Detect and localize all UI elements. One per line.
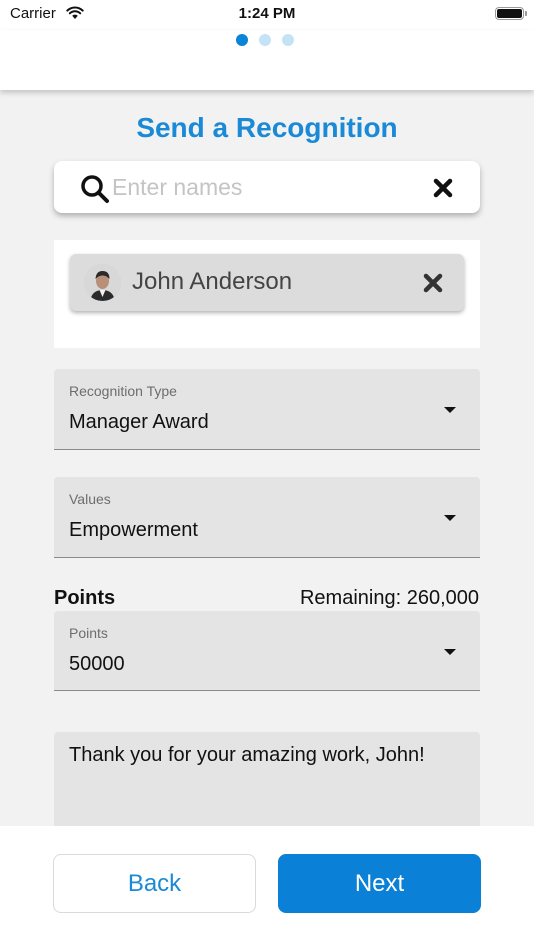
search-bar[interactable]: [54, 161, 480, 213]
header: [0, 30, 534, 90]
step-dot-2: [259, 34, 271, 46]
values-select[interactable]: Values Empowerment: [54, 477, 480, 558]
points-label: Points: [69, 625, 108, 641]
values-value: Empowerment: [69, 519, 198, 541]
remove-recipient-icon[interactable]: [422, 272, 444, 294]
remaining-points: Remaining: 260,000: [299, 587, 479, 609]
step-dot-1: [236, 34, 248, 46]
search-input[interactable]: [112, 171, 412, 203]
recipient-name: John Anderson: [132, 268, 293, 295]
points-value: 50000: [69, 653, 125, 675]
message-text: Thank you for your amazing work, John!: [69, 744, 425, 766]
close-icon[interactable]: [432, 177, 454, 199]
selected-recipients: John Anderson: [54, 240, 480, 348]
back-button[interactable]: Back: [53, 854, 256, 913]
next-button[interactable]: Next: [278, 854, 481, 913]
dropdown-arrow-icon: [444, 515, 456, 521]
avatar: [84, 264, 121, 301]
recognition-type-select[interactable]: Recognition Type Manager Award: [54, 369, 480, 450]
recipient-chip[interactable]: John Anderson: [70, 254, 464, 311]
bottom-action-bar: Back Next: [0, 826, 534, 950]
clock: 1:24 PM: [238, 5, 296, 22]
status-bar: Carrier 1:24 PM: [0, 0, 534, 30]
points-heading: Points: [54, 587, 116, 609]
values-label: Values: [69, 491, 111, 507]
search-icon: [81, 175, 109, 203]
step-dot-3: [282, 34, 294, 46]
step-indicator: [236, 34, 294, 46]
points-select[interactable]: Points 50000: [54, 611, 480, 691]
recognition-type-value: Manager Award: [69, 411, 209, 433]
page-title: Send a Recognition: [136, 112, 398, 143]
battery-icon: [495, 7, 527, 20]
recognition-type-label: Recognition Type: [69, 383, 177, 399]
dropdown-arrow-icon: [444, 407, 456, 413]
dropdown-arrow-icon: [444, 649, 456, 655]
